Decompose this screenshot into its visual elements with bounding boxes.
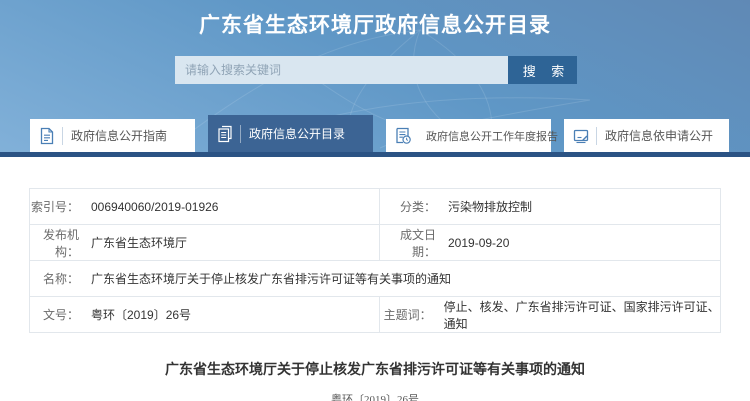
field-value: 粤环〔2019〕26号 <box>91 306 191 323</box>
tab-label: 政府信息公开工作年度报告 <box>426 128 558 144</box>
keywords-cell: 主题词： 停止、核发、广东省排污许可证、国家排污许可证、通知 <box>380 297 720 332</box>
doc-number-cell: 文号： 粤环〔2019〕26号 <box>30 297 380 332</box>
nav-underline-bar <box>0 152 750 157</box>
tab-disclosure-guide[interactable]: 政府信息公开指南 <box>30 119 195 152</box>
field-value: 2019-09-20 <box>448 236 509 250</box>
article-title: 广东省生态环境厅关于停止核发广东省排污许可证等有关事项的通知 <box>0 359 750 379</box>
field-value: 停止、核发、广东省排污许可证、国家排污许可证、通知 <box>444 298 720 332</box>
field-value: 006940060/2019-01926 <box>91 200 218 214</box>
nav-tabs: 政府信息公开指南 政府信息公开目录 政府信息公开工作年度报告 <box>30 115 729 152</box>
tab-disclosure-by-request[interactable]: 政府信息依申请公开 <box>564 119 729 152</box>
field-value: 污染物排放控制 <box>448 198 532 215</box>
field-label: 成文日期： <box>380 226 436 260</box>
tab-label: 政府信息公开指南 <box>71 127 167 144</box>
tab-label: 政府信息公开目录 <box>249 125 345 142</box>
table-row: 文号： 粤环〔2019〕26号 主题词： 停止、核发、广东省排污许可证、国家排污… <box>30 297 720 333</box>
table-row: 索引号： 006940060/2019-01926 分类： 污染物排放控制 <box>30 189 720 225</box>
tab-divider <box>596 127 597 145</box>
page-header: 广东省生态环境厅政府信息公开目录 搜 索 政府信息公开指南 政府信息公开目录 <box>0 0 750 157</box>
search-bar: 搜 索 <box>175 56 577 84</box>
field-label: 分类： <box>380 198 436 215</box>
tab-label: 政府信息依申请公开 <box>605 127 713 144</box>
index-number-cell: 索引号： 006940060/2019-01926 <box>30 189 380 224</box>
field-value: 广东省生态环境厅关于停止核发广东省排污许可证等有关事项的通知 <box>91 270 451 287</box>
field-label: 名称： <box>30 270 79 287</box>
document-guide-icon <box>38 127 56 145</box>
tab-disclosure-directory[interactable]: 政府信息公开目录 <box>208 115 373 152</box>
issue-date-cell: 成文日期： 2019-09-20 <box>380 225 720 260</box>
tab-divider <box>240 125 241 143</box>
documents-stack-icon <box>216 125 234 143</box>
document-name-cell: 名称： 广东省生态环境厅关于停止核发广东省排污许可证等有关事项的通知 <box>30 261 720 296</box>
search-button[interactable]: 搜 索 <box>508 56 577 84</box>
table-row: 名称： 广东省生态环境厅关于停止核发广东省排污许可证等有关事项的通知 <box>30 261 720 297</box>
category-cell: 分类： 污染物排放控制 <box>380 189 720 224</box>
document-meta-table: 索引号： 006940060/2019-01926 分类： 污染物排放控制 发布… <box>29 188 721 333</box>
tab-annual-report[interactable]: 政府信息公开工作年度报告 <box>386 119 551 152</box>
field-label: 主题词： <box>380 306 432 323</box>
page-title: 广东省生态环境厅政府信息公开目录 <box>0 9 750 39</box>
field-label: 发布机构： <box>30 226 79 260</box>
table-row: 发布机构： 广东省生态环境厅 成文日期： 2019-09-20 <box>30 225 720 261</box>
field-label: 文号： <box>30 306 79 323</box>
publisher-cell: 发布机构： 广东省生态环境厅 <box>30 225 380 260</box>
article-doc-number: 粤环〔2019〕26号 <box>0 391 750 401</box>
apply-request-icon <box>572 127 590 145</box>
search-input[interactable] <box>175 56 508 84</box>
field-value: 广东省生态环境厅 <box>91 234 187 251</box>
tab-divider <box>62 127 63 145</box>
field-label: 索引号： <box>30 198 79 215</box>
annual-report-icon <box>394 127 412 145</box>
